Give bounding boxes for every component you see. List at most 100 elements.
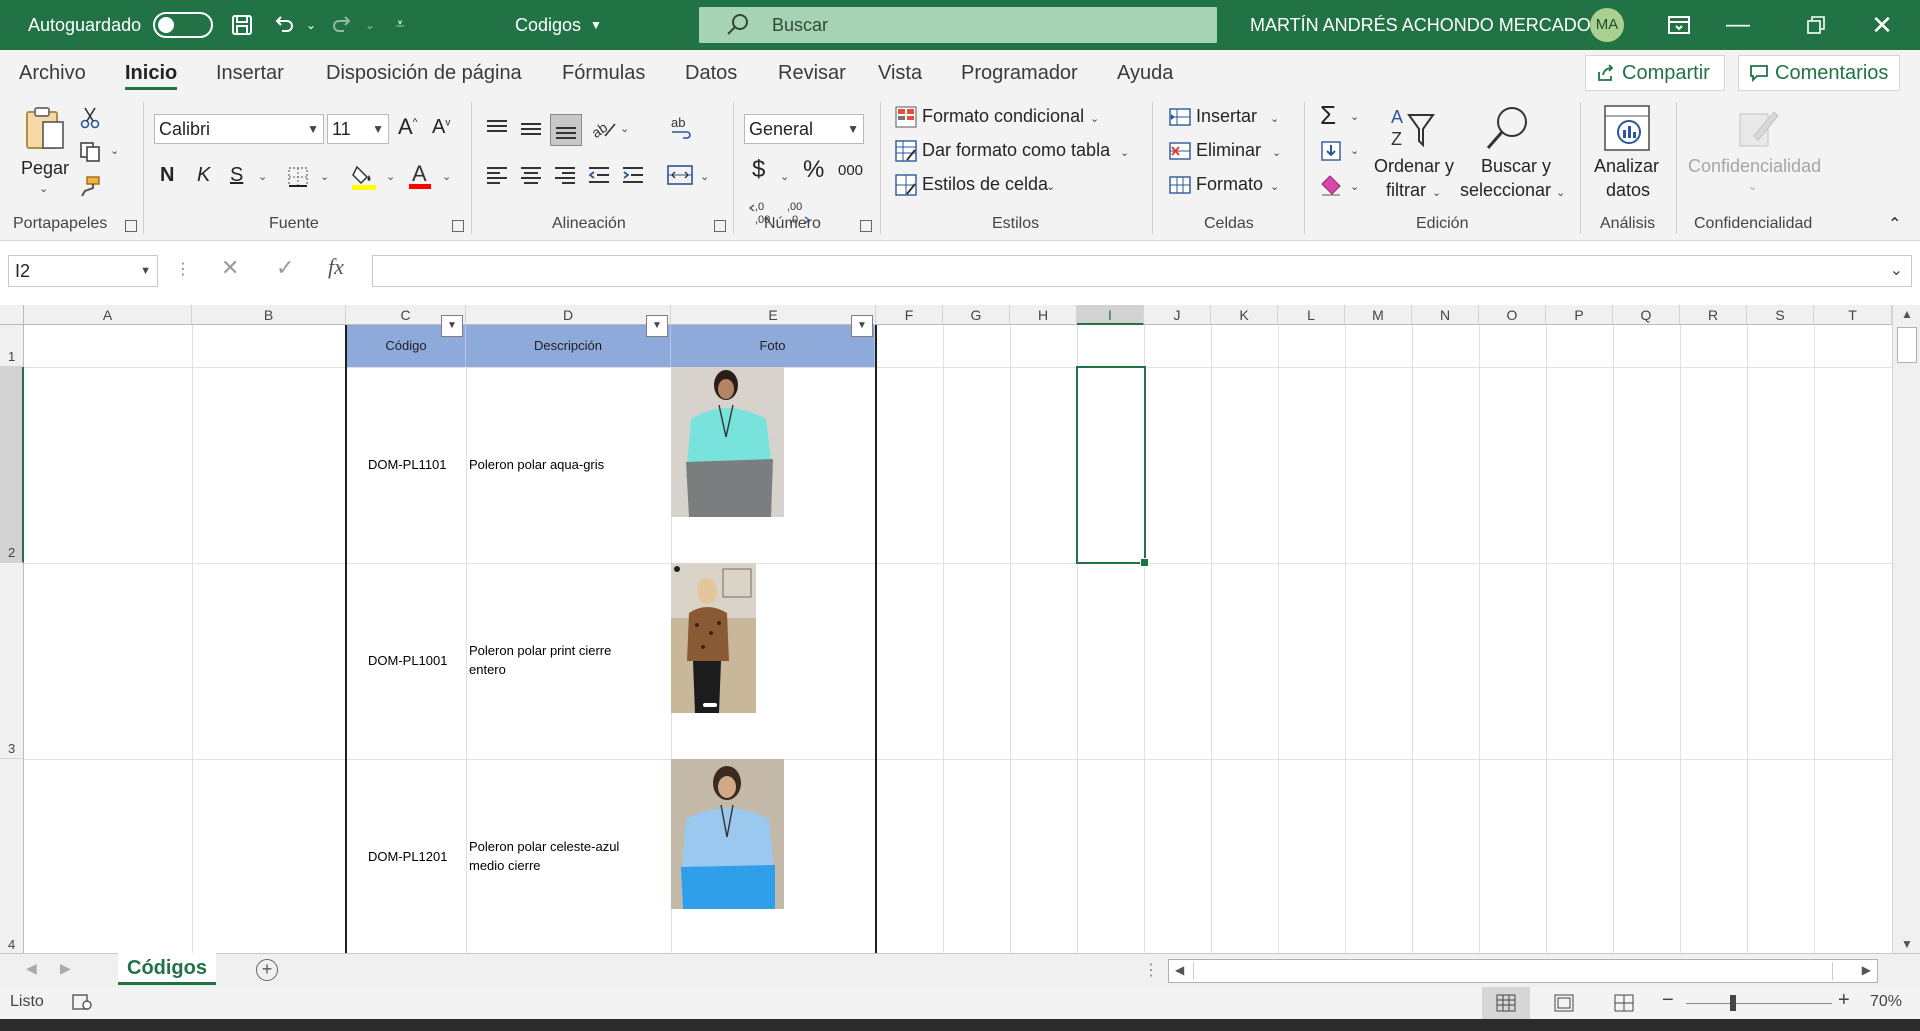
clear-dropdown-icon[interactable]: ⌄ <box>1350 180 1359 193</box>
sort-filter-button-line2[interactable]: filtrar <box>1386 180 1426 201</box>
tab-inicio[interactable]: Inicio <box>125 50 178 94</box>
autosum-dropdown-icon[interactable]: ⌄ <box>1350 110 1359 123</box>
conditional-format-button[interactable]: Formato condicional <box>922 106 1084 127</box>
format-painter-icon[interactable] <box>78 174 102 198</box>
orientation-icon[interactable]: ab <box>590 114 618 142</box>
column-header[interactable]: N <box>1412 305 1479 325</box>
table-cell-description[interactable]: Poleron polar aqua-gris <box>469 455 604 474</box>
underline-dropdown-icon[interactable]: ⌄ <box>258 170 267 183</box>
tab-revisar[interactable]: Revisar <box>778 50 846 94</box>
tab-splitter-icon[interactable]: ⋮ <box>1143 960 1159 980</box>
product-photo[interactable] <box>671 367 784 517</box>
orientation-dropdown-icon[interactable]: ⌄ <box>620 122 629 135</box>
formula-input[interactable]: ⌄ <box>372 255 1912 287</box>
align-left-icon[interactable] <box>484 162 510 188</box>
italic-button[interactable]: K <box>197 164 210 187</box>
name-box[interactable]: I2 ▼ <box>8 255 158 287</box>
merge-dropdown-icon[interactable]: ⌄ <box>700 170 709 183</box>
copy-icon[interactable] <box>78 140 102 164</box>
column-header[interactable]: H <box>1010 305 1077 325</box>
cut-icon[interactable] <box>78 106 102 130</box>
table-cell-code[interactable]: DOM-PL1101 <box>368 455 447 474</box>
selected-cell[interactable] <box>1076 366 1149 567</box>
increase-font-icon[interactable]: A^ <box>398 114 417 140</box>
column-header[interactable]: I <box>1077 305 1144 325</box>
zoom-in-icon[interactable]: + <box>1838 989 1850 1012</box>
format-as-table-dropdown-icon[interactable]: ⌄ <box>1120 146 1129 159</box>
redo-dropdown-icon[interactable]: ⌄ <box>356 11 384 39</box>
tab-datos[interactable]: Datos <box>685 50 737 94</box>
user-name[interactable]: MARTÍN ANDRÉS ACHONDO MERCADO <box>1250 0 1591 50</box>
increase-indent-icon[interactable] <box>620 162 646 188</box>
find-select-button-line2[interactable]: seleccionar <box>1460 180 1551 201</box>
vertical-scrollbar[interactable]: ▲ ▼ <box>1892 305 1920 953</box>
zoom-level[interactable]: 70% <box>1870 993 1902 1011</box>
normal-view-icon[interactable] <box>1482 987 1530 1019</box>
column-header[interactable]: B <box>192 305 346 325</box>
filter-dropdown-icon[interactable]: ▼ <box>646 315 668 337</box>
underline-button[interactable]: S <box>230 164 243 187</box>
sort-filter-dropdown-icon[interactable]: ⌄ <box>1432 186 1441 199</box>
column-header[interactable]: K <box>1211 305 1278 325</box>
minimize-icon[interactable]: — <box>1724 11 1752 39</box>
clear-icon[interactable] <box>1318 172 1344 198</box>
scroll-right-icon[interactable]: ▶ <box>1862 963 1871 977</box>
collapse-ribbon-icon[interactable]: ⌃ <box>1888 214 1901 234</box>
prev-sheet-icon[interactable]: ◀ <box>26 960 37 977</box>
undo-icon[interactable] <box>270 11 298 39</box>
filter-dropdown-icon[interactable]: ▼ <box>851 315 873 337</box>
decrease-indent-icon[interactable] <box>586 162 612 188</box>
page-layout-view-icon[interactable] <box>1554 994 1574 1012</box>
borders-icon[interactable] <box>285 164 311 190</box>
number-format-select[interactable]: General ▼ <box>744 114 864 144</box>
conditional-format-dropdown-icon[interactable]: ⌄ <box>1090 112 1099 125</box>
sensitivity-dropdown-icon[interactable]: ⌄ <box>1748 180 1757 193</box>
autosave-toggle[interactable] <box>153 12 213 38</box>
insert-function-icon[interactable]: fx <box>328 254 344 280</box>
align-bottom-icon[interactable] <box>550 114 582 146</box>
customize-toolbar-icon[interactable]: ⩡ <box>386 11 414 39</box>
zoom-slider[interactable] <box>1686 1003 1832 1004</box>
font-color-icon[interactable]: A <box>406 160 434 192</box>
table-cell-description[interactable]: Poleron polar print cierre entero <box>469 641 611 679</box>
paste-button[interactable]: Pegar <box>21 158 69 179</box>
cell-styles-button[interactable]: Estilos de celda <box>922 174 1048 195</box>
product-photo[interactable] <box>671 563 756 713</box>
copy-dropdown-icon[interactable]: ⌄ <box>110 144 119 157</box>
undo-dropdown-icon[interactable]: ⌄ <box>297 11 325 39</box>
column-header[interactable]: E <box>671 305 876 325</box>
alignment-launcher-icon[interactable] <box>714 220 726 232</box>
font-launcher-icon[interactable] <box>452 220 464 232</box>
sensitivity-button[interactable]: Confidencialidad <box>1688 156 1821 177</box>
fill-color-icon[interactable] <box>350 162 378 192</box>
align-middle-icon[interactable] <box>518 116 544 142</box>
paste-dropdown-icon[interactable]: ⌄ <box>39 182 48 195</box>
paste-icon[interactable] <box>20 104 70 152</box>
clipboard-launcher-icon[interactable] <box>125 220 137 232</box>
align-center-icon[interactable] <box>518 162 544 188</box>
column-header[interactable]: L <box>1278 305 1345 325</box>
next-sheet-icon[interactable]: ▶ <box>60 960 71 977</box>
table-cell-code[interactable]: DOM-PL1001 <box>368 651 447 670</box>
analyze-data-button-line2[interactable]: datos <box>1606 180 1650 201</box>
insert-cells-button[interactable]: Insertar <box>1196 106 1257 127</box>
borders-dropdown-icon[interactable]: ⌄ <box>320 170 329 183</box>
align-top-icon[interactable] <box>484 116 510 142</box>
tab-archivo[interactable]: Archivo <box>19 50 86 94</box>
wrap-text-icon[interactable]: ab <box>668 114 696 142</box>
document-title[interactable]: Codigos <box>515 0 581 50</box>
add-sheet-icon[interactable]: + <box>256 959 278 981</box>
worksheet-grid[interactable]: A B C D E F G H I J K L M N O P Q R S T … <box>0 305 1892 953</box>
sheet-tab-codigos[interactable]: Códigos <box>118 953 216 985</box>
find-select-dropdown-icon[interactable]: ⌄ <box>1556 186 1565 199</box>
share-button[interactable]: Compartir <box>1585 55 1725 91</box>
redo-icon[interactable] <box>328 11 356 39</box>
expand-formula-icon[interactable]: ⌄ <box>1890 260 1903 280</box>
format-as-table-button[interactable]: Dar formato como tabla <box>922 140 1110 161</box>
column-header[interactable]: A <box>24 305 192 325</box>
column-header[interactable]: D <box>466 305 671 325</box>
column-header[interactable]: S <box>1747 305 1814 325</box>
delete-cells-button[interactable]: Eliminar <box>1196 140 1261 161</box>
column-header[interactable]: O <box>1479 305 1546 325</box>
column-header[interactable]: Q <box>1613 305 1680 325</box>
